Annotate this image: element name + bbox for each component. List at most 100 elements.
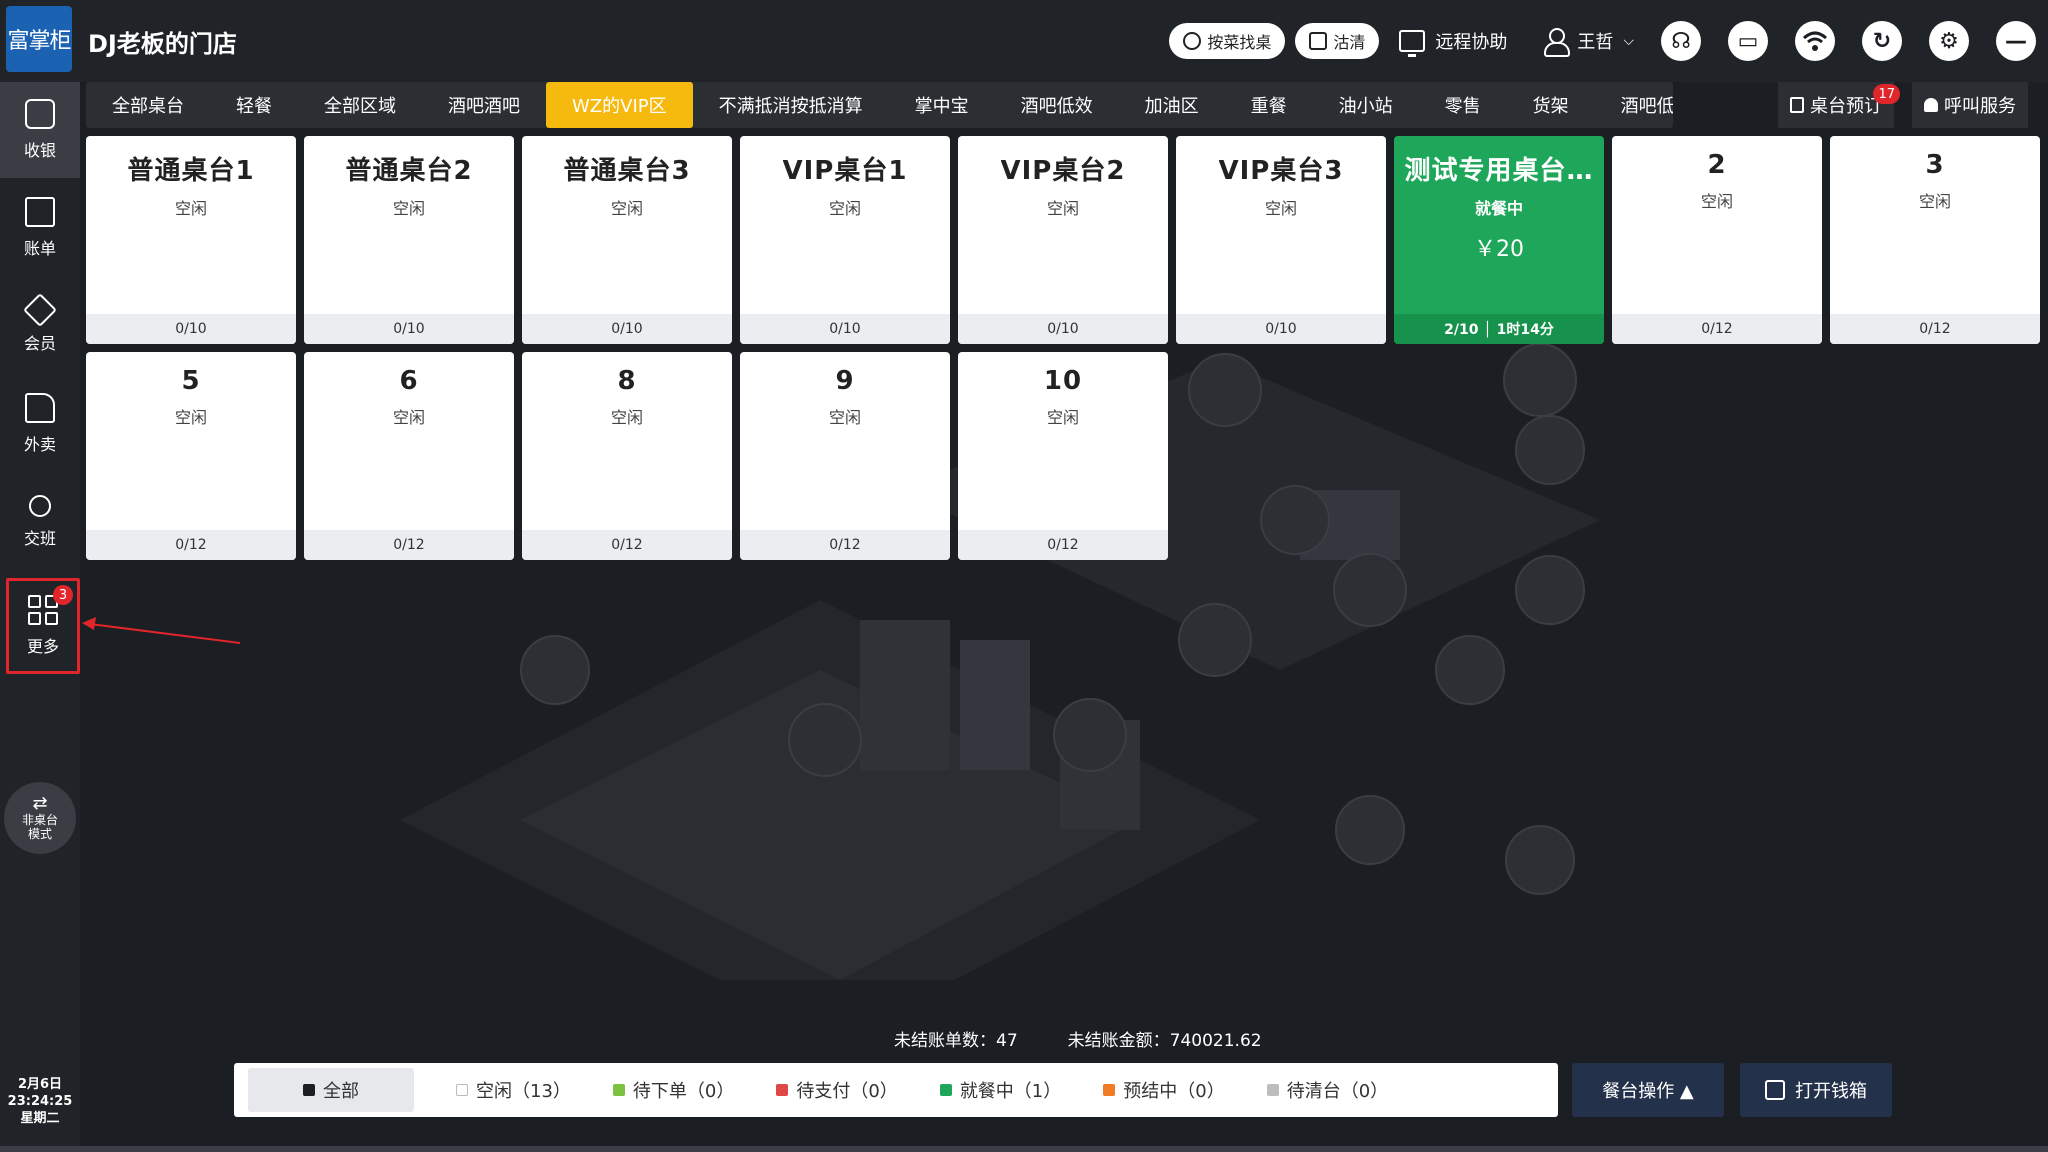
table-status: 空闲 [174, 199, 207, 218]
tab-retail[interactable]: 零售 [1419, 82, 1507, 128]
table-card[interactable]: VIP桌台1 空闲 0/10 [740, 136, 950, 344]
table-status: 就餐中 [1474, 199, 1523, 218]
status-filter-bar: 全部 空闲（13） 待下单（0） 待支付（0） 就餐中（1） 预结中（0） 待清… [234, 1063, 1558, 1117]
store-name[interactable]: DJ老板的门店 [88, 24, 237, 59]
table-seat-count: 0/10 [522, 314, 732, 344]
call-service-button[interactable]: 呼叫服务 [1912, 82, 2028, 128]
filter-pending-order[interactable]: 待下单（0） [612, 1077, 734, 1103]
table-operations-button[interactable]: 餐台操作 ▲ [1572, 1063, 1724, 1117]
wifi-icon[interactable] [1795, 21, 1835, 61]
tab-bar-bar[interactable]: 酒吧酒吧 [422, 82, 546, 128]
table-seat-count: 0/10 [1176, 314, 1386, 344]
table-card[interactable]: 普通桌台1 空闲 0/10 [86, 136, 296, 344]
tab-bar-low-efficiency[interactable]: 酒吧低效 [995, 82, 1119, 128]
filter-pending-clear[interactable]: 待清台（0） [1266, 1077, 1388, 1103]
sidebar-item-label: 交班 [23, 529, 56, 548]
tab-all-tables[interactable]: 全部桌台 [86, 82, 210, 128]
filter-label: 空闲（13） [476, 1081, 571, 1102]
minimize-icon[interactable]: — [1996, 21, 2036, 61]
table-card[interactable]: 3 空闲 0/12 [1830, 136, 2040, 344]
date-time-display: 2月6日 23:24:25 星期二 [0, 1076, 80, 1127]
tab-zhangzhongbao[interactable]: 掌中宝 [889, 82, 995, 128]
table-card[interactable]: 2 空闲 0/12 [1612, 136, 1822, 344]
table-seat-count: 0/12 [740, 530, 950, 560]
filter-label: 全部 [323, 1081, 359, 1102]
mode-label-line2: 模式 [27, 827, 52, 841]
table-card[interactable]: 8 空闲 0/12 [522, 352, 732, 560]
sidebar-item-delivery[interactable]: 外卖 [0, 376, 80, 472]
table-status: 空闲 [1264, 199, 1297, 218]
status-dot [939, 1084, 952, 1096]
top-bar: 富掌柜 DJ老板的门店 按菜找桌 沽清 远程协助 王哲 ⌵ ☊ ▭ ↻ ⚙ — [0, 0, 2048, 82]
refresh-icon[interactable]: ↻ [1862, 21, 1902, 61]
table-card[interactable]: 普通桌台3 空闲 0/10 [522, 136, 732, 344]
tab-gas-area[interactable]: 加油区 [1119, 82, 1225, 128]
table-card[interactable]: 10 空闲 0/12 [958, 352, 1168, 560]
sidebar-item-members[interactable]: 会员 [0, 278, 80, 374]
sold-out-button[interactable]: 沽清 [1295, 23, 1380, 59]
user-menu[interactable]: 王哲 ⌵ [1527, 28, 1634, 57]
table-name: 5 [181, 366, 201, 396]
table-name: 6 [399, 366, 419, 396]
customer-service-icon[interactable]: ☊ [1661, 21, 1701, 61]
tab-all-areas[interactable]: 全部区域 [298, 82, 422, 128]
calendar-icon [1790, 97, 1804, 113]
table-reservation-button[interactable]: 桌台预订 17 [1778, 82, 1900, 128]
tab-bar-low[interactable]: 酒吧低 [1595, 82, 1673, 128]
sidebar-item-cashier[interactable]: 收银 [0, 82, 80, 178]
filter-all[interactable]: 全部 [248, 1068, 414, 1112]
time-text: 23:24:25 [7, 1094, 73, 1109]
sidebar-item-label: 更多 [26, 637, 59, 656]
table-card[interactable]: VIP桌台2 空闲 0/10 [958, 136, 1168, 344]
tab-offset-rule[interactable]: 不满抵消按抵消算 [693, 82, 889, 128]
table-name: 测试专用桌台… [1404, 156, 1594, 186]
table-name: 普通桌台2 [345, 156, 473, 186]
reservation-label: 桌台预订 [1810, 96, 1882, 117]
user-name: 王哲 [1577, 32, 1614, 53]
tab-wz-vip-area[interactable]: WZ的VIP区 [546, 82, 693, 128]
non-table-mode-button[interactable]: ⇄ 非桌台 模式 [4, 782, 76, 854]
more-badge: 3 [53, 585, 73, 605]
tab-oil-station[interactable]: 油小站 [1313, 82, 1419, 128]
sidebar-item-label: 账单 [23, 239, 56, 258]
settings-icon[interactable]: ⚙ [1929, 21, 1969, 61]
sidebar-item-label: 收银 [23, 141, 56, 160]
sidebar-item-shift[interactable]: 交班 [0, 474, 80, 570]
tab-heavy-meal[interactable]: 重餐 [1225, 82, 1313, 128]
filter-dining[interactable]: 就餐中（1） [939, 1077, 1062, 1103]
table-seat-count: 0/12 [958, 530, 1168, 560]
filter-idle[interactable]: 空闲（13） [456, 1077, 571, 1103]
remote-assist-button[interactable]: 远程协助 [1399, 28, 1507, 57]
filter-label: 预结中（0） [1123, 1081, 1225, 1102]
table-card[interactable]: VIP桌台3 空闲 0/10 [1176, 136, 1386, 344]
table-card-dining[interactable]: 测试专用桌台… 就餐中 ￥20 2/10 │ 1时14分 [1394, 136, 1604, 344]
table-card[interactable]: 5 空闲 0/12 [86, 352, 296, 560]
status-dot [1266, 1084, 1279, 1096]
user-icon [1543, 28, 1571, 57]
table-seat-count: 0/12 [1830, 314, 2040, 344]
sidebar-item-more[interactable]: 更多 3 [6, 578, 80, 674]
table-seat-count: 0/12 [304, 530, 514, 560]
table-status: 空闲 [1700, 192, 1733, 211]
table-card[interactable]: 普通桌台2 空闲 0/10 [304, 136, 514, 344]
filter-pending-payment[interactable]: 待支付（0） [776, 1077, 898, 1103]
member-icon [23, 293, 57, 327]
filter-pre-settling[interactable]: 预结中（0） [1103, 1077, 1225, 1103]
find-table-by-dish-button[interactable]: 按菜找桌 [1169, 23, 1286, 59]
table-name: VIP桌台3 [1218, 156, 1344, 186]
area-tabs: 全部桌台 轻餐 全部区域 酒吧酒吧 WZ的VIP区 不满抵消按抵消算 掌中宝 酒… [86, 82, 1673, 128]
sidebar-item-bills[interactable]: 账单 [0, 180, 80, 276]
open-cash-drawer-button[interactable]: 打开钱箱 [1740, 1063, 1892, 1117]
delivery-icon [25, 393, 55, 423]
bell-icon [1924, 98, 1938, 112]
table-status: 空闲 [1046, 199, 1079, 218]
table-card[interactable]: 6 空闲 0/12 [304, 352, 514, 560]
chevron-down-icon: ⌵ [1623, 33, 1634, 49]
tab-shelf[interactable]: 货架 [1507, 82, 1595, 128]
screen-icon[interactable]: ▭ [1728, 21, 1768, 61]
filter-label: 就餐中（1） [959, 1081, 1062, 1102]
table-status: 空闲 [392, 199, 425, 218]
table-amount: ￥20 [1474, 237, 1524, 262]
table-card[interactable]: 9 空闲 0/12 [740, 352, 950, 560]
tab-light-meal[interactable]: 轻餐 [210, 82, 298, 128]
